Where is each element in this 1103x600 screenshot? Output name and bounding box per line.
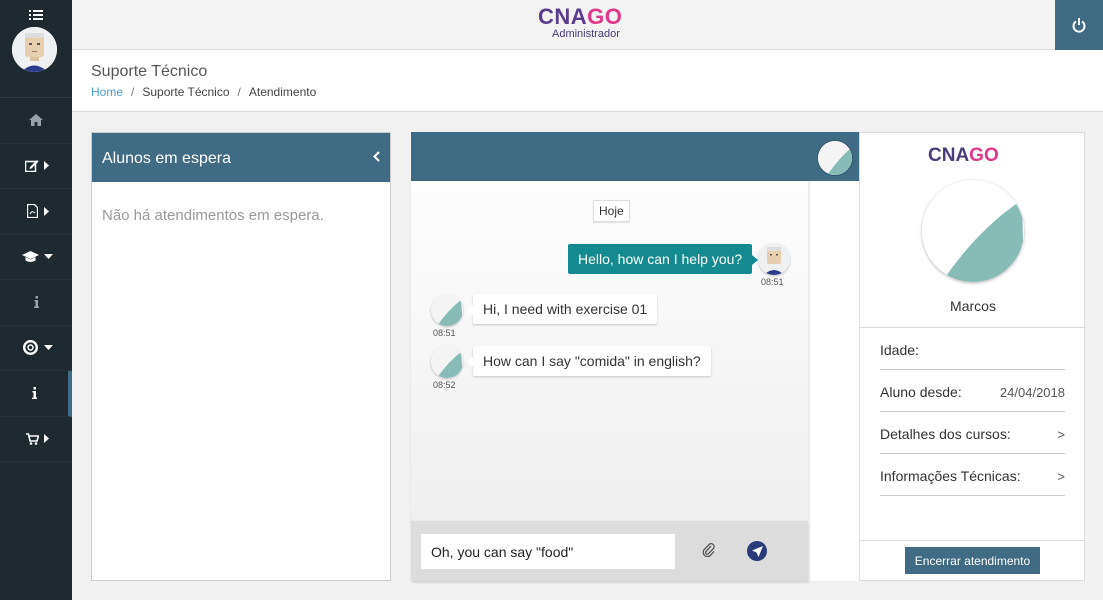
chat-panel: Hoje Hello, how can I help you? 08:51 08… <box>411 132 859 581</box>
home-icon <box>29 114 43 127</box>
agent-avatar <box>758 243 790 275</box>
chevron-right-icon <box>44 206 49 216</box>
breadcrumb-current: Atendimento <box>248 85 317 99</box>
pdf-icon <box>26 204 38 219</box>
waiting-panel-header: Alunos em espera <box>92 133 390 182</box>
message-input[interactable] <box>421 534 675 569</box>
page-title: Suporte Técnico <box>91 63 208 80</box>
app-logo-subtitle: Administrador <box>552 28 620 40</box>
breadcrumb-support[interactable]: Suporte Técnico <box>142 85 229 99</box>
power-icon <box>1072 17 1086 33</box>
sidebar <box>0 0 72 600</box>
student-avatar[interactable] <box>817 140 853 176</box>
student-profile-panel: CNAGO Marcos Idade: Aluno desde: 24/04/2… <box>859 132 1086 581</box>
field-label: Aluno desde: <box>880 384 962 400</box>
chevron-right-icon <box>44 434 49 444</box>
sidebar-item-info-active[interactable] <box>0 371 72 417</box>
logout-button[interactable] <box>1055 0 1103 50</box>
chevron-left-icon[interactable] <box>373 151 380 162</box>
profile-field-since: Aluno desde: 24/04/2018 <box>880 370 1065 412</box>
send-icon <box>751 545 763 557</box>
student-avatar <box>431 346 463 378</box>
message-incoming: How can I say "comida" in english? <box>467 346 711 376</box>
app-logo[interactable]: CNAGO <box>538 4 622 30</box>
student-avatar <box>431 294 463 326</box>
profile-link-course-details[interactable]: Detalhes dos cursos: > <box>880 412 1065 454</box>
profile-logo: CNAGO <box>928 145 999 166</box>
student-name: Marcos <box>950 298 996 314</box>
field-label: Detalhes dos cursos: <box>880 426 1011 442</box>
sidebar-item-support[interactable] <box>0 326 72 371</box>
info-icon <box>31 387 37 400</box>
chat-messages[interactable]: Hoje Hello, how can I help you? 08:51 08… <box>411 181 808 521</box>
breadcrumb-separator: / <box>237 85 241 99</box>
chevron-right-icon <box>44 161 49 171</box>
field-value: 24/04/2018 <box>999 385 1065 400</box>
message-incoming: Hi, I need with exercise 01 <box>466 294 658 324</box>
menu-toggle-icon[interactable] <box>29 9 43 21</box>
message-time: 08:52 <box>433 380 456 390</box>
end-session-button[interactable]: Encerrar atendimento <box>905 547 1040 574</box>
message-outgoing: Hello, how can I help you? <box>568 244 759 274</box>
waiting-students-panel: Alunos em espera Não há atendimentos em … <box>91 132 391 581</box>
profile-avatar <box>922 180 1024 282</box>
chevron-right-icon: > <box>1057 469 1065 484</box>
page-header: Suporte Técnico Home / Suporte Técnico / Ate… <box>72 50 1103 112</box>
user-avatar[interactable] <box>12 27 57 72</box>
send-button[interactable] <box>747 541 767 561</box>
breadcrumb-separator: / <box>131 85 135 99</box>
profile-link-technical-info[interactable]: Informações Técnicas: > <box>880 454 1065 496</box>
support-icon <box>22 340 38 356</box>
top-header: CNAGO Administrador <box>72 0 1055 50</box>
sidebar-item-courses[interactable] <box>0 235 72 280</box>
edit-icon <box>25 160 39 173</box>
sidebar-item-edit[interactable] <box>0 144 72 189</box>
chat-composer <box>411 521 808 581</box>
sidebar-item-home[interactable] <box>0 98 72 144</box>
day-divider: Hoje <box>593 200 630 222</box>
chat-header <box>411 132 859 181</box>
waiting-panel-title: Alunos em espera <box>102 150 231 167</box>
breadcrumb-home[interactable]: Home <box>91 85 123 99</box>
cart-icon <box>25 432 39 445</box>
info-icon <box>33 296 39 309</box>
chevron-down-icon <box>44 345 53 351</box>
field-label: Informações Técnicas: <box>880 468 1021 484</box>
waiting-empty-message: Não há atendimentos em espera. <box>102 207 324 224</box>
message-time: 08:51 <box>761 277 784 287</box>
sidebar-item-pdf[interactable] <box>0 189 72 235</box>
field-label: Idade: <box>880 342 919 358</box>
profile-field-age: Idade: <box>880 328 1065 370</box>
paperclip-icon[interactable] <box>702 543 716 557</box>
chevron-right-icon: > <box>1057 427 1065 442</box>
sidebar-top <box>0 0 72 98</box>
graduation-cap-icon <box>21 250 39 262</box>
sidebar-item-info[interactable] <box>0 280 72 326</box>
divider <box>860 540 1086 541</box>
chevron-down-icon <box>44 254 53 260</box>
breadcrumb: Home / Suporte Técnico / Atendimento <box>91 85 316 99</box>
sidebar-item-cart[interactable] <box>0 417 72 462</box>
message-time: 08:51 <box>433 328 456 338</box>
